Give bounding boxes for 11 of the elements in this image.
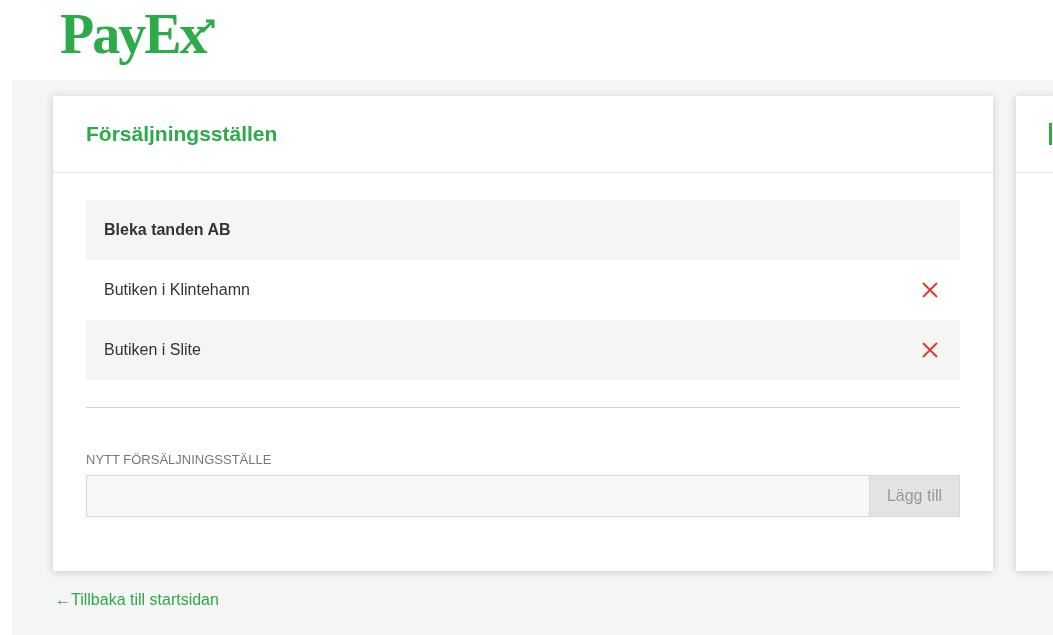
list-item-text: Butiken i Slite [104,341,202,359]
delete-icon[interactable] [922,342,938,358]
delete-icon[interactable] [922,282,938,298]
card-title: Försäljningsställen [53,96,993,173]
logo-text: PayEx [60,2,206,67]
list-item-text: Butiken i Klintehamn [104,281,251,299]
field-label: NYTT FÖRSÄLJNINGSSTÄLLE [86,452,273,467]
input-field[interactable] [86,475,870,517]
back-link[interactable]: ←Tillbaka till startsidan [55,591,219,609]
company-name: Bleka tanden AB [104,221,232,239]
heading-fragment [1049,123,1052,145]
